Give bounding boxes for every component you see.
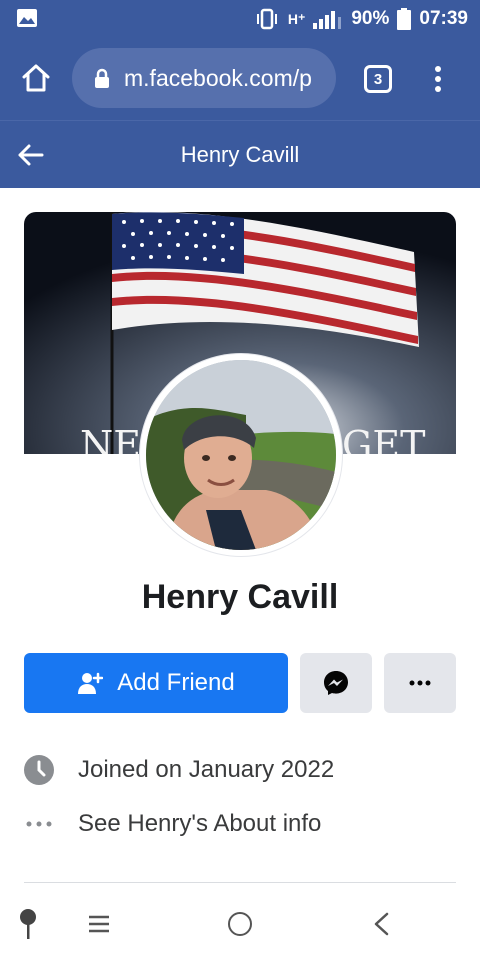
more-horiz-icon [409, 680, 431, 686]
page-title: Henry Cavill [180, 142, 300, 167]
about-link[interactable]: See Henry's About info [78, 810, 321, 838]
status-right: H⁺ 90% 07:39 [254, 6, 468, 32]
add-friend-button[interactable]: Add Friend [24, 653, 288, 713]
profile-picture [146, 360, 336, 550]
address-bar[interactable]: m.facebook.com/p [72, 48, 336, 108]
profile-name: Henry Cavill [141, 578, 339, 616]
battery-icon [397, 8, 412, 30]
avatar[interactable] [146, 360, 336, 550]
clock: 07:39 [419, 8, 468, 29]
status-bar: H⁺ 90% 07:39 [0, 0, 480, 38]
recent-apps-icon[interactable] [88, 914, 110, 934]
add-friend-icon [78, 672, 104, 694]
gallery-notification-icon [17, 9, 37, 27]
add-friend-label: Add Friend [117, 669, 235, 696]
messenger-icon [324, 671, 348, 695]
lock-icon [95, 68, 109, 88]
tab-count: 3 [373, 70, 383, 88]
about-row[interactable]: See Henry's About info [24, 804, 456, 844]
battery-percent: 90% [351, 8, 390, 29]
clock-icon [24, 755, 54, 785]
cover-text-right: GET [342, 423, 425, 454]
home-nav-icon[interactable] [228, 912, 252, 936]
browser-toolbar: m.facebook.com/p 3 [0, 38, 480, 120]
more-vert-icon[interactable] [428, 62, 448, 96]
home-icon[interactable] [20, 62, 52, 94]
pin-icon[interactable] [18, 908, 38, 940]
tabs-button[interactable]: 3 [364, 65, 392, 93]
cover-text-left: NE [80, 423, 141, 454]
url-text[interactable]: m.facebook.com/p [124, 65, 312, 92]
back-nav-icon[interactable] [372, 912, 390, 936]
signal-icon [313, 11, 342, 29]
joined-text: Joined on January 2022 [78, 756, 335, 783]
more-options-button[interactable] [384, 653, 456, 713]
message-button[interactable] [300, 653, 372, 713]
network-type: H⁺ [287, 10, 306, 27]
system-nav-bar [0, 888, 480, 960]
more-horiz-icon [24, 809, 54, 839]
vibrate-icon [256, 8, 277, 30]
joined-row: Joined on January 2022 [24, 750, 456, 790]
divider [24, 882, 456, 883]
page-header: Henry Cavill [0, 120, 480, 188]
